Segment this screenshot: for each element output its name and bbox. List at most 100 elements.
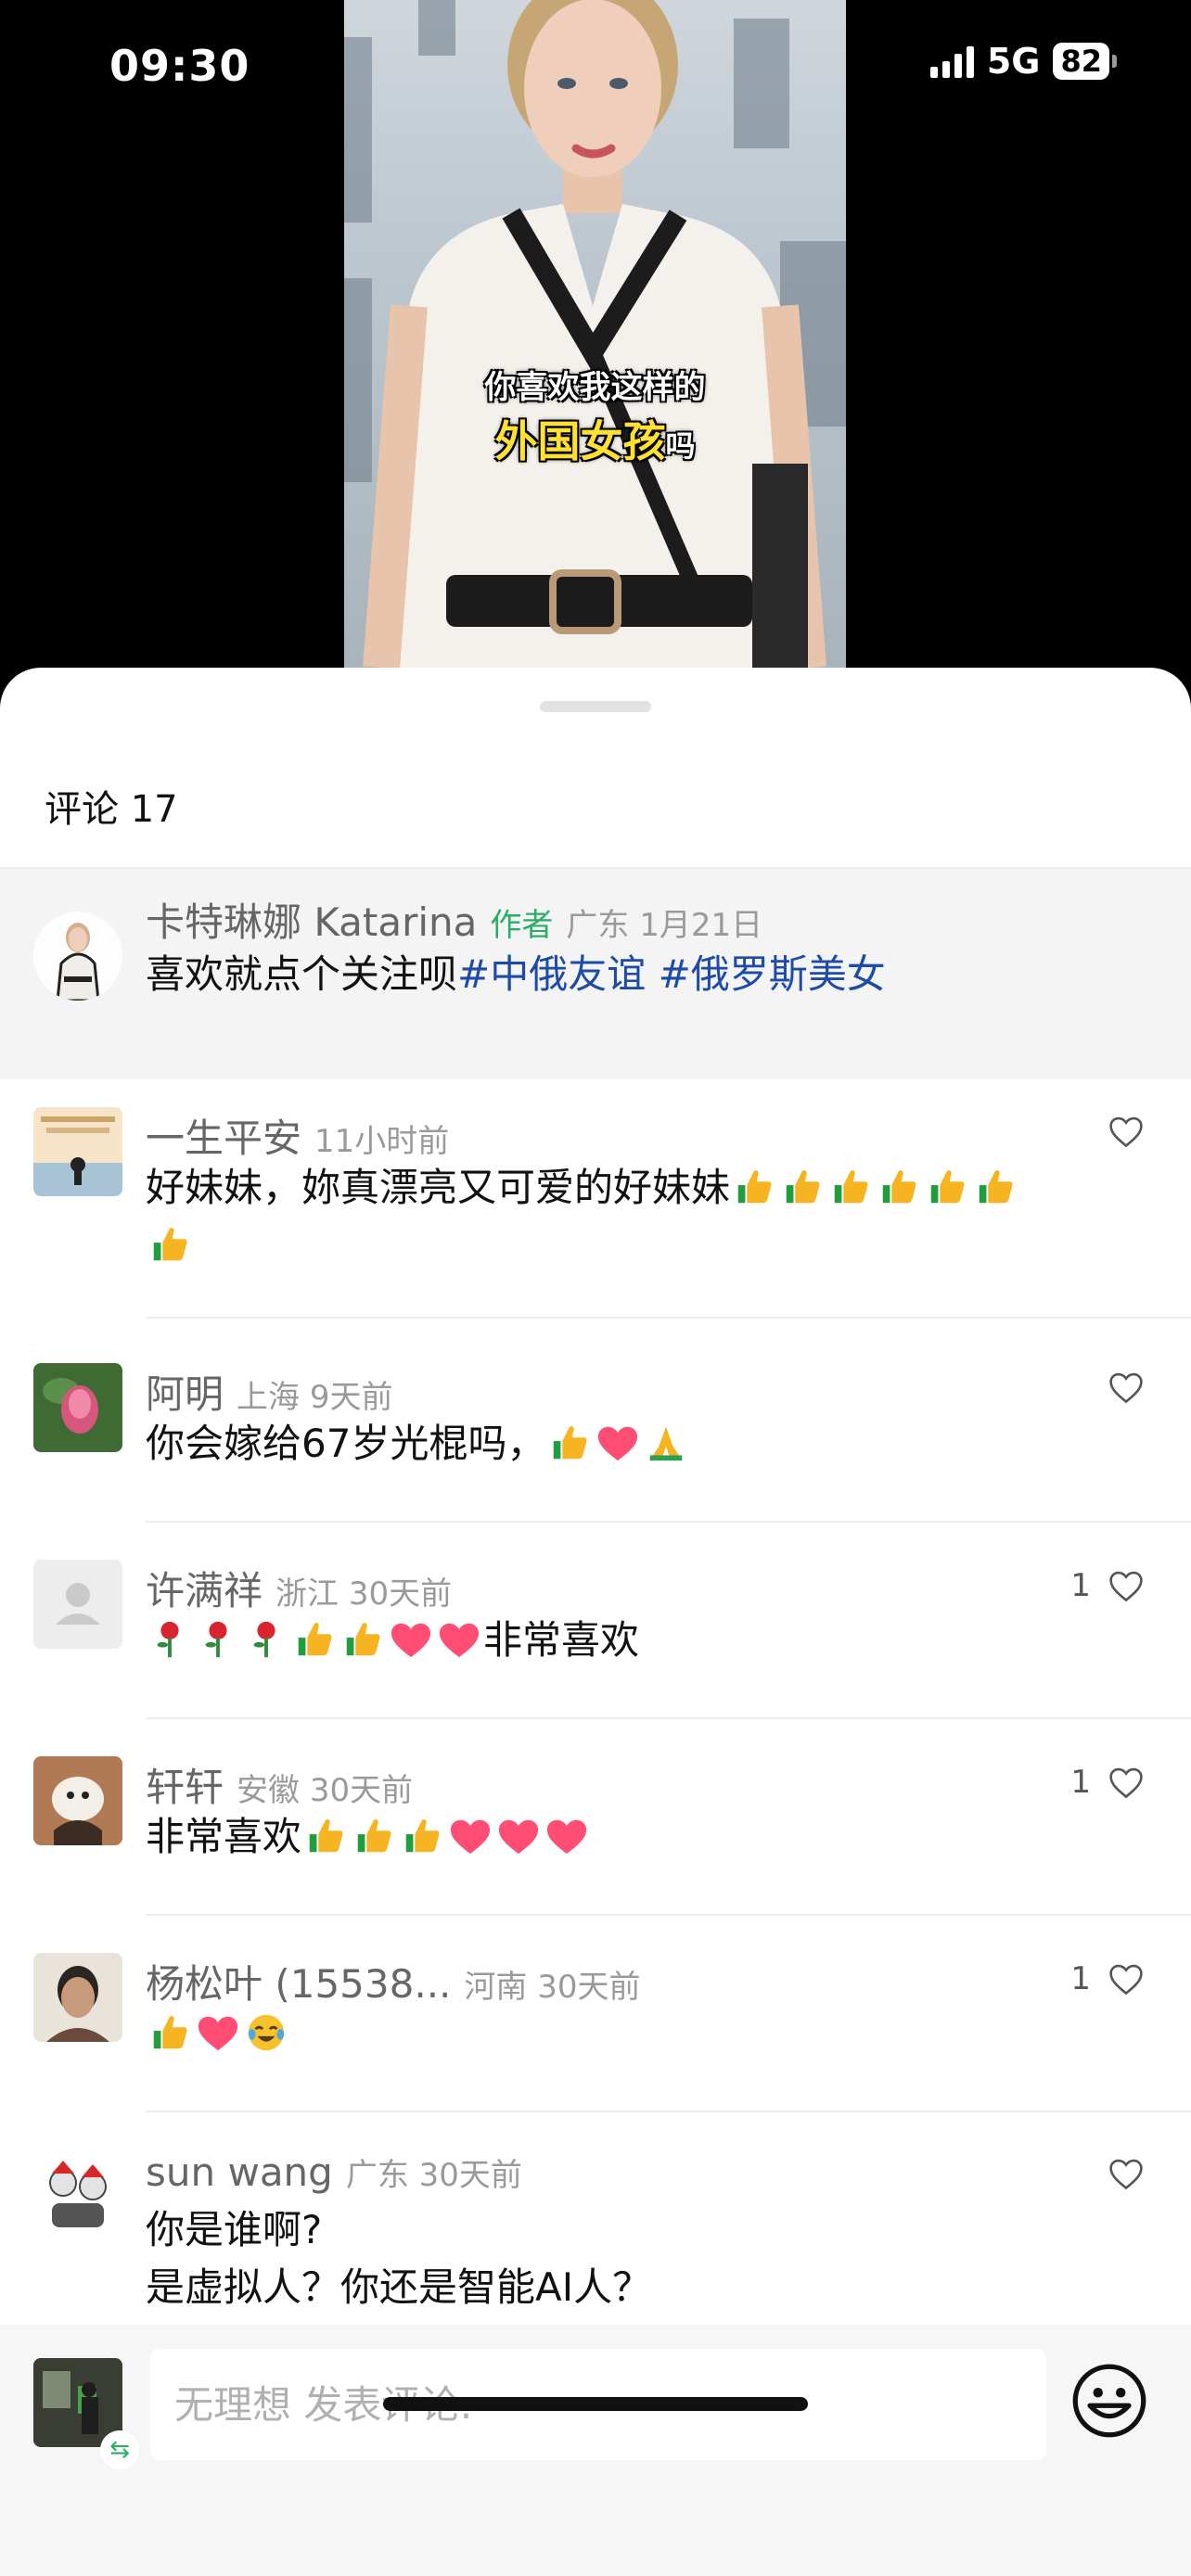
comment-text: 非常喜欢 xyxy=(146,1612,639,1669)
heart-emoji-icon xyxy=(198,2016,238,2051)
thumbs-up-emoji-icon xyxy=(309,1819,343,1853)
commenter-name[interactable]: 许满祥 xyxy=(146,1560,263,1616)
video-player[interactable]: 你喜欢我这样的 外国女孩吗 xyxy=(0,0,1191,705)
author-comment[interactable]: 卡特琳娜 Katarina 作者 广东 1月21日 喜欢就点个关注呗#中俄友谊 … xyxy=(0,869,1191,1079)
battery-level: 82 xyxy=(1053,43,1109,80)
comment-text: 喜欢就点个关注呗 xyxy=(146,951,458,997)
thumbs-up-emoji-group xyxy=(730,1165,1019,1210)
like-button[interactable] xyxy=(1091,1115,1145,1148)
comment-text-part: 好妹妹，妳真漂亮又可爱的好妹妹 xyxy=(146,1165,731,1210)
rose-emoji-icon xyxy=(253,1621,275,1658)
avatar[interactable] xyxy=(33,1363,122,1452)
comment-meta: 河南 30天前 xyxy=(464,1969,641,2006)
avatar[interactable] xyxy=(33,912,122,1001)
thumbs-up-emoji-icon xyxy=(346,1623,380,1656)
like-button[interactable]: 1 xyxy=(1070,1567,1145,1604)
network-type: 5G xyxy=(986,41,1041,82)
thumbs-up-emoji-icon xyxy=(930,1170,965,1204)
thumbs-up-emoji-icon xyxy=(153,2016,187,2049)
thumbs-up-emoji-icon xyxy=(882,1170,916,1204)
like-button[interactable] xyxy=(1091,1371,1145,1404)
like-count: 1 xyxy=(1070,1567,1091,1604)
thumbs-up-emoji-icon xyxy=(554,1426,587,1460)
thumbs-up-emoji-icon xyxy=(834,1170,868,1204)
commenter-name[interactable]: 一生平安 xyxy=(146,1107,301,1164)
comment-meta: 11小时前 xyxy=(314,1123,450,1160)
avatar[interactable] xyxy=(33,2149,122,2238)
divider xyxy=(146,1317,1191,1319)
heart-emoji-icon xyxy=(598,1426,638,1461)
status-indicators: 5G 82 xyxy=(929,41,1117,82)
like-button[interactable]: 1 xyxy=(1070,1960,1145,1997)
comment-text: 非常喜欢 xyxy=(146,1808,591,1866)
video-caption-suffix: 吗 xyxy=(665,428,696,464)
rose-emoji-icon xyxy=(205,1621,227,1658)
avatar[interactable] xyxy=(33,1107,122,1196)
comment-text: 你会嫁给67岁光棍吗， xyxy=(146,1415,690,1473)
comment-name-line: 许满祥 浙江 30天前 xyxy=(146,1560,452,1616)
comment-text-part: 非常喜欢 xyxy=(146,1814,302,1859)
video-caption-line1: 你喜欢我这样的 xyxy=(484,369,706,406)
comment-text xyxy=(146,2005,290,2062)
heart-emoji-icon xyxy=(498,1819,539,1855)
heart-outline-icon xyxy=(1109,1964,1143,1996)
like-count: 1 xyxy=(1070,1764,1091,1801)
heart-emoji-icon xyxy=(391,1623,431,1658)
avatar[interactable] xyxy=(33,1560,122,1649)
thumbs-up-emoji-icon xyxy=(979,1170,1013,1204)
author-badge: 作者 xyxy=(490,907,554,944)
comment-meta: 广东 30天前 xyxy=(345,2157,522,2194)
home-indicator[interactable] xyxy=(383,2397,808,2411)
comments-title: 评论 17 xyxy=(45,788,178,831)
thumbs-up-emoji-icon xyxy=(357,1819,391,1853)
comment-name-line: 一生平安 11小时前 xyxy=(146,1107,449,1164)
author-comment-text: 喜欢就点个关注呗#中俄友谊 #俄罗斯美女 xyxy=(146,946,886,1003)
heart-outline-icon xyxy=(1109,1767,1143,1799)
like-button[interactable]: 1 xyxy=(1070,1764,1145,1801)
signal-icon xyxy=(929,45,974,78)
heart-outline-icon xyxy=(1109,1372,1143,1404)
comment-meta: 上海 9天前 xyxy=(237,1379,393,1416)
divider xyxy=(146,2111,1191,2112)
pray-emoji-icon xyxy=(650,1426,683,1461)
comment-text: 好妹妹，妳真漂亮又可爱的好妹妹 xyxy=(146,1159,1147,1274)
commenter-name[interactable]: 杨松叶 (15538... xyxy=(146,1953,451,2009)
sheet-grabber-handle[interactable] xyxy=(540,701,651,712)
video-frame[interactable]: 你喜欢我这样的 外国女孩吗 xyxy=(344,0,846,668)
comments-sheet: 评论 17 卡特琳娜 Katarina 作者 广东 1月21日 喜欢就点个关注呗… xyxy=(0,668,1191,2576)
like-count: 1 xyxy=(1070,1960,1091,1997)
thumbs-up-emoji-icon xyxy=(298,1623,332,1656)
comment-name-line: 杨松叶 (15538... 河南 30天前 xyxy=(146,1953,640,2009)
battery-icon: 82 xyxy=(1053,43,1117,80)
comment-name-line: 轩轩 安徽 30天前 xyxy=(146,1756,413,1813)
emoji-picker-icon[interactable] xyxy=(1070,2362,1148,2440)
heart-emoji-icon xyxy=(450,1819,491,1855)
comment-meta: 浙江 30天前 xyxy=(275,1575,453,1613)
avatar[interactable] xyxy=(33,1756,122,1845)
comment-text-line1: 你是谁啊? xyxy=(146,2207,323,2252)
switch-identity-icon[interactable]: ⇆ xyxy=(100,2430,139,2469)
commenter-name[interactable]: sun wang xyxy=(146,2149,333,2195)
status-time: 09:30 xyxy=(109,41,250,91)
heart-emoji-icon xyxy=(439,1623,480,1658)
avatar[interactable] xyxy=(33,1953,122,2042)
topic-link-russian-beauty[interactable]: #俄罗斯美女 xyxy=(659,951,886,997)
author-name-line: 卡特琳娜 Katarina 作者 广东 1月21日 xyxy=(146,891,762,948)
author-name[interactable]: 卡特琳娜 Katarina xyxy=(146,891,477,948)
commenter-name[interactable]: 阿明 xyxy=(146,1363,224,1420)
like-button[interactable] xyxy=(1091,2157,1145,2190)
commenter-name[interactable]: 轩轩 xyxy=(146,1756,224,1813)
comment-name-line: sun wang 广东 30天前 xyxy=(146,2149,522,2195)
cry-laugh-emoji-icon xyxy=(248,2014,285,2051)
comment-text-line2: 是虚拟人？你还是智能AI人？ xyxy=(146,2264,652,2310)
heart-emoji-icon xyxy=(546,1819,587,1855)
comment-name-line: 阿明 上海 9天前 xyxy=(146,1363,392,1420)
thumbs-up-emoji-icon xyxy=(153,1228,187,1261)
heart-outline-icon xyxy=(1109,2159,1143,2190)
comment-input-bar: ⇆ xyxy=(0,2325,1191,2576)
topic-link-china-russia[interactable]: #中俄友谊 xyxy=(457,951,646,997)
comment-meta: 广东 1月21日 xyxy=(566,907,763,944)
comment-text: 你是谁啊? 是虚拟人？你还是智能AI人？ xyxy=(146,2201,651,2316)
heart-outline-icon xyxy=(1109,1571,1143,1602)
divider xyxy=(146,1521,1191,1523)
